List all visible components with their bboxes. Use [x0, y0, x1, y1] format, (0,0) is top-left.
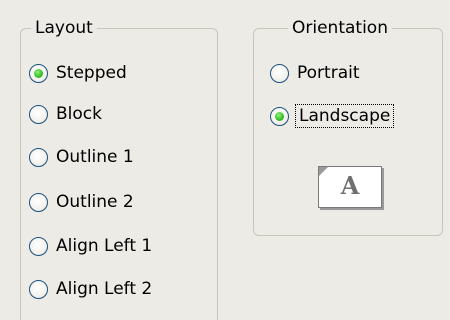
layout-option-label: Outline 2 — [56, 192, 134, 212]
orientation-option-landscape[interactable]: Landscape — [270, 103, 395, 129]
layout-option-outline-2[interactable]: Outline 2 — [29, 189, 134, 215]
radio-dot — [275, 111, 284, 121]
radio-button[interactable] — [29, 147, 48, 167]
radio-button[interactable] — [29, 104, 48, 124]
radio-button-selected[interactable] — [270, 106, 289, 126]
radio-dot — [34, 68, 43, 78]
layout-option-label: Outline 1 — [56, 147, 134, 167]
radio-button-selected[interactable] — [29, 63, 48, 83]
layout-option-stepped[interactable]: Stepped — [29, 60, 127, 86]
orientation-preview-icon: A — [318, 166, 382, 208]
layout-option-outline-1[interactable]: Outline 1 — [29, 144, 134, 170]
layout-option-align-left-1[interactable]: Align Left 1 — [29, 233, 152, 259]
orientation-option-label: Landscape — [294, 104, 395, 128]
orientation-group-title: Orientation — [288, 18, 392, 38]
layout-option-label: Block — [56, 104, 102, 124]
layout-option-label: Stepped — [56, 63, 127, 83]
radio-button[interactable] — [29, 192, 48, 212]
layout-option-label: Align Left 1 — [56, 236, 153, 256]
radio-button[interactable] — [29, 236, 48, 256]
report-options-dialog: Layout Stepped Block Outline 1 Outline 2… — [0, 0, 450, 320]
layout-option-label: Align Left 2 — [56, 279, 153, 299]
radio-button[interactable] — [29, 279, 48, 299]
layout-option-align-left-2[interactable]: Align Left 2 — [29, 276, 152, 302]
layout-group-title: Layout — [31, 18, 97, 38]
preview-letter: A — [340, 171, 360, 200]
layout-option-block[interactable]: Block — [29, 101, 102, 127]
orientation-option-portrait[interactable]: Portrait — [270, 60, 360, 86]
orientation-option-label: Portrait — [297, 63, 360, 83]
radio-button[interactable] — [270, 63, 289, 83]
